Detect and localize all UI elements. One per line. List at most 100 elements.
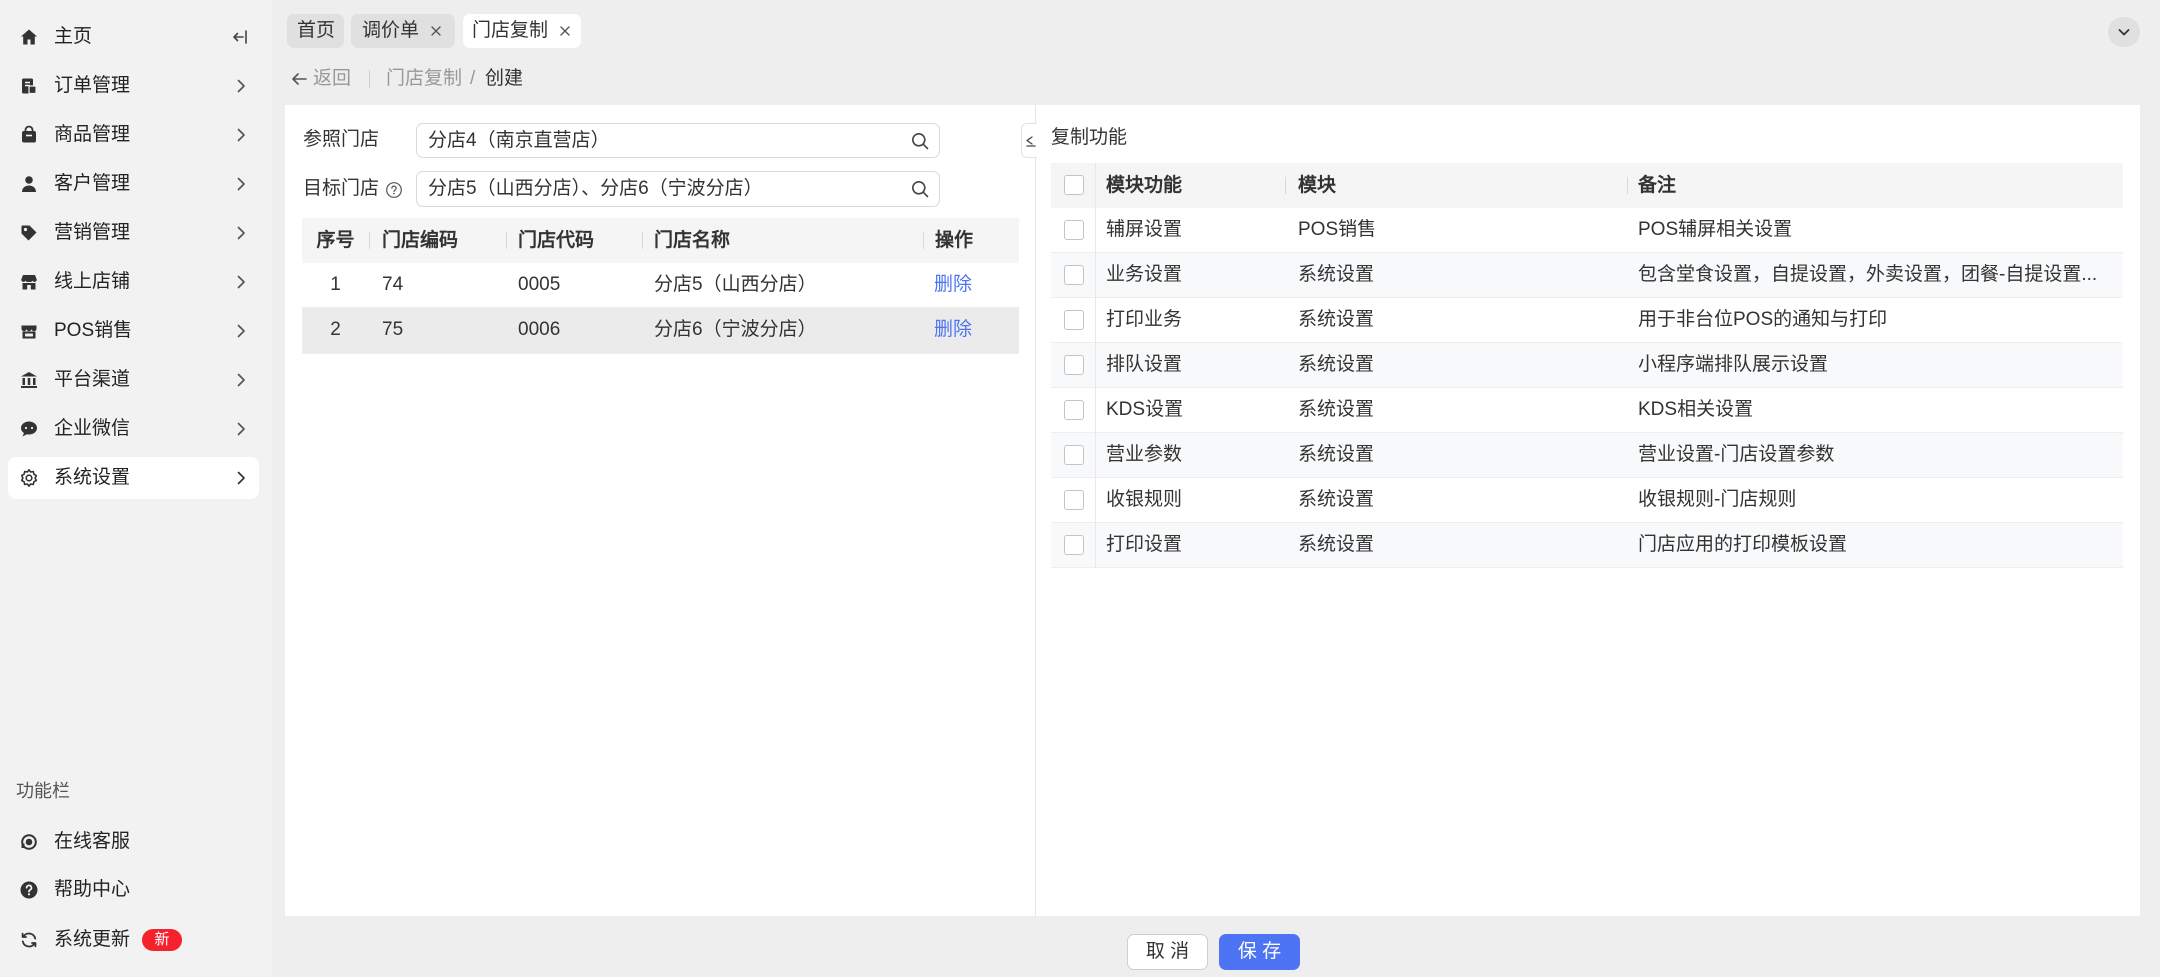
search-icon[interactable] [910,179,930,199]
table-row[interactable]: 打印设置 系统设置 门店应用的打印模板设置 [1051,523,2123,568]
sidebar-item-customers[interactable]: 客户管理 [8,163,259,205]
home-icon [19,27,39,47]
cancel-button[interactable]: 取 消 [1127,934,1208,970]
sidebar-item-system-settings[interactable]: 系统设置 [8,457,259,499]
search-icon[interactable] [910,131,930,151]
module-name: 系统设置 [1298,489,1375,510]
table-row[interactable]: 1 74 0005 分店5（山西分店） 删除 [302,263,1019,308]
sidebar-item-marketing[interactable]: 营销管理 [8,212,259,254]
row-checkbox[interactable] [1064,400,1084,420]
headset-icon [19,832,39,852]
sidebar-item-pos-sales[interactable]: POS销售 [8,310,259,352]
remark: 小程序端排队展示设置 [1638,354,1829,375]
column-header: 门店名称 [654,230,731,251]
tag-icon [19,223,39,243]
sidebar-item-label: 帮助中心 [54,879,131,900]
chevron-right-icon [232,273,250,291]
function-name: KDS设置 [1106,399,1184,420]
new-badge: 新 [142,929,182,951]
sidebar-item-platform-channels[interactable]: 平台渠道 [8,359,259,401]
chat-icon [19,419,39,439]
collapse-panel-icon [1023,134,1037,148]
sidebar-item-label: 订单管理 [54,75,131,96]
table-row[interactable]: 打印业务 系统设置 用于非台位POS的通知与打印 [1051,298,2123,343]
table-row[interactable]: 业务设置 系统设置 包含堂食设置，自提设置，外卖设置，团餐-自提设置... [1051,253,2123,298]
table-row[interactable]: 营业参数 系统设置 营业设置-门店设置参数 [1051,433,2123,478]
sidebar-item-wecom[interactable]: 企业微信 [8,408,259,450]
column-divider [506,232,507,249]
target-store-input[interactable]: 分店5（山西分店）、分店6（宁波分店） [416,171,940,207]
column-divider [1627,177,1628,194]
row-checkbox[interactable] [1064,220,1084,240]
store-code: 75 [382,319,404,340]
function-name: 业务设置 [1106,264,1183,285]
delete-link[interactable]: 删除 [934,308,972,352]
table-row[interactable]: 2 75 0006 分店6（宁波分店） 删除 [302,308,1019,354]
row-checkbox[interactable] [1064,445,1084,465]
remark: 营业设置-门店设置参数 [1638,444,1835,465]
row-index: 1 [330,274,341,295]
help-icon [19,880,39,900]
sidebar-item-home[interactable]: 主页 [8,16,259,58]
table-row[interactable]: 辅屏设置 POS销售 POS辅屏相关设置 [1051,208,2123,253]
sidebar-item-help-center[interactable]: 帮助中心 [8,869,259,911]
chevron-down-icon [2115,23,2133,41]
sidebar-item-online-support[interactable]: 在线客服 [8,821,259,863]
tab-store-copy[interactable]: 门店复制 [463,14,581,48]
close-icon[interactable] [558,24,572,38]
reference-store-input[interactable]: 分店4（南京直营店） [416,123,940,158]
store-name: 分店5（山西分店） [654,274,817,295]
close-icon[interactable] [429,24,443,38]
bank-icon [19,370,39,390]
table-row[interactable]: 收银规则 系统设置 收银规则-门店规则 [1051,478,2123,523]
column-header: 备注 [1638,175,1677,196]
module-name: 系统设置 [1298,309,1375,330]
sidebar-item-label: 客户管理 [54,173,131,194]
sidebar-item-label: 系统更新 [54,929,131,950]
target-store-value: 分店5（山西分店）、分店6（宁波分店） [428,178,763,199]
panel-divider [1035,105,1036,916]
sidebar-item-orders[interactable]: 订单管理 [8,65,259,107]
store-name: 分店6（宁波分店） [654,319,817,340]
copy-functions-table: 模块功能 模块 备注 辅屏设置 POS销售 POS辅屏相关设置 业务设置 系统设… [1051,163,2123,568]
tab-label: 调价单 [362,20,420,41]
target-store-label: 目标门店 [303,178,380,199]
breadcrumb-parent[interactable]: 门店复制 [386,66,462,92]
sidebar-item-products[interactable]: 商品管理 [8,114,259,156]
row-checkbox[interactable] [1064,535,1084,555]
function-name: 营业参数 [1106,444,1183,465]
function-name: 收银规则 [1106,489,1183,510]
tab-menu-button[interactable] [2108,17,2140,47]
back-button[interactable]: 返回 [288,64,358,94]
sidebar-item-online-store[interactable]: 线上店铺 [8,261,259,303]
row-checkbox[interactable] [1064,490,1084,510]
save-button[interactable]: 保 存 [1219,934,1300,970]
question-icon[interactable] [385,181,403,199]
sidebar-item-label: POS销售 [54,320,133,341]
tab-home[interactable]: 首页 [287,14,344,48]
row-index: 2 [330,319,341,340]
row-checkbox[interactable] [1064,265,1084,285]
customer-icon [19,174,39,194]
tab-price-adjustment[interactable]: 调价单 [351,14,455,48]
delete-link[interactable]: 删除 [934,263,972,307]
table-row[interactable]: KDS设置 系统设置 KDS相关设置 [1051,388,2123,433]
sidebar-item-system-update[interactable]: 系统更新 新 [8,919,259,961]
checkbox-column-divider [1095,163,1096,568]
sidebar-item-label: 商品管理 [54,124,131,145]
collapse-left-icon[interactable] [230,27,250,47]
back-label: 返回 [313,68,352,89]
store-icon [19,321,39,341]
column-header: 操作 [935,230,974,251]
remark: 门店应用的打印模板设置 [1638,534,1848,555]
breadcrumb-current: 创建 [485,68,524,89]
sidebar-item-label: 主页 [54,26,93,47]
table-row[interactable]: 排队设置 系统设置 小程序端排队展示设置 [1051,343,2123,388]
select-all-checkbox[interactable] [1064,175,1084,195]
row-checkbox[interactable] [1064,355,1084,375]
remark: POS辅屏相关设置 [1638,219,1793,240]
column-divider [1285,177,1286,194]
collapse-panel-button[interactable] [1021,123,1037,158]
copy-functions-title: 复制功能 [1051,127,1128,148]
row-checkbox[interactable] [1064,310,1084,330]
